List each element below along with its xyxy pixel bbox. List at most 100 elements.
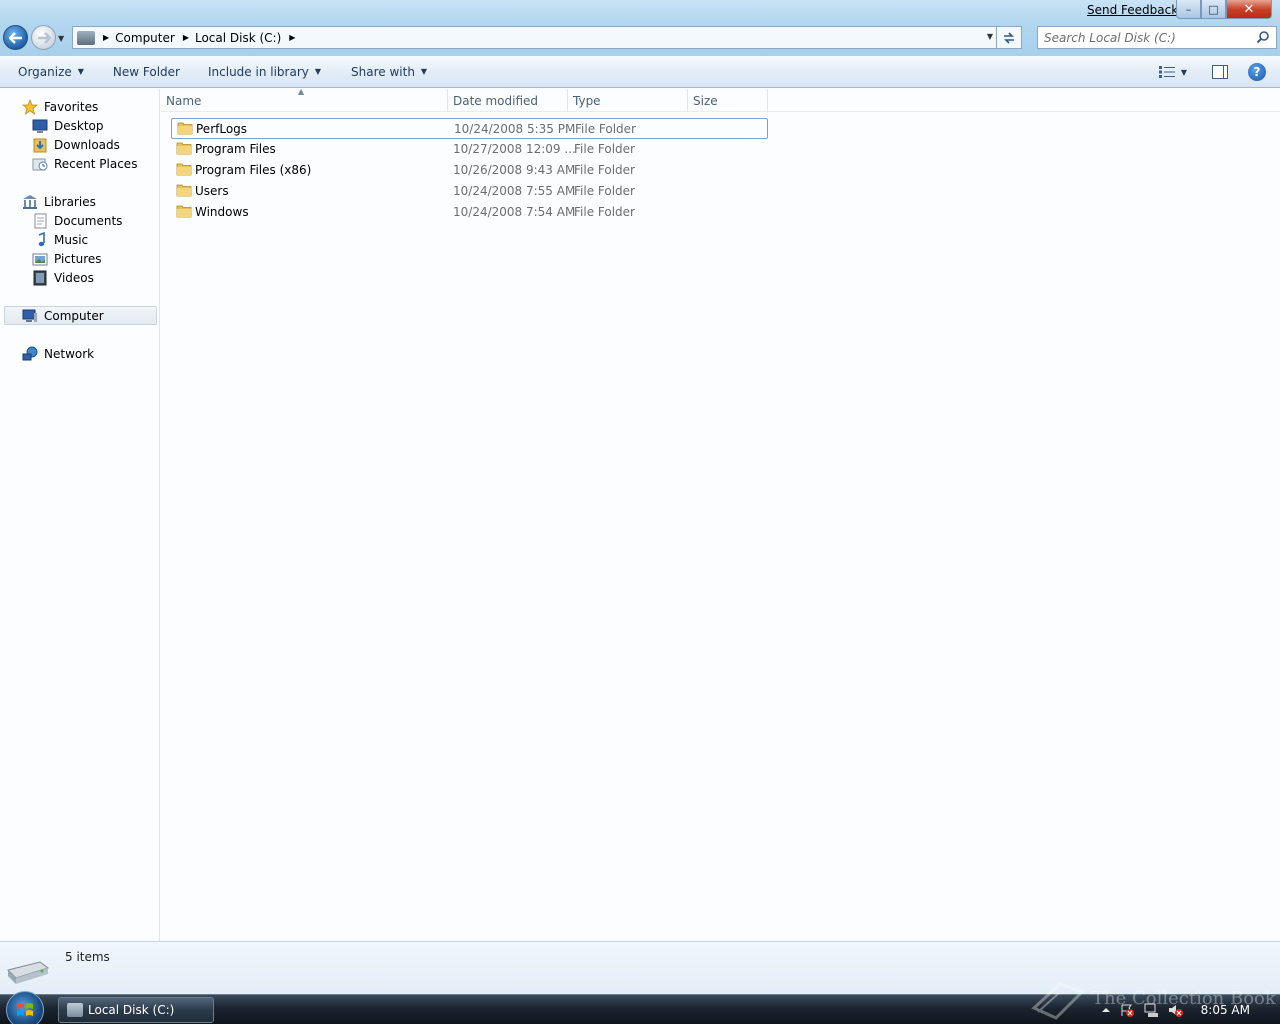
file-row[interactable]: Users 10/24/2008 7:55 AM File Folder (171, 181, 768, 202)
nav-item-label: Videos (54, 270, 94, 285)
network-tray-icon[interactable] (1143, 1002, 1159, 1018)
views-dropdown[interactable]: ▼ (1181, 68, 1187, 77)
volume-muted-icon[interactable] (1167, 1002, 1183, 1018)
organize-label: Organize (18, 64, 72, 79)
search-input[interactable] (1044, 27, 1254, 48)
desktop-icon (32, 119, 48, 133)
file-name: Program Files (195, 141, 276, 156)
nav-favorites-label: Favorites (44, 99, 99, 114)
column-size-label: Size (693, 93, 718, 108)
nav-item-videos[interactable]: Videos (32, 268, 94, 287)
breadcrumb-local-disk[interactable]: Local Disk (C:) (191, 31, 287, 45)
column-header-row: ▲ Name Date modified Type Size (161, 87, 1280, 112)
recent-pages-dropdown[interactable]: ▼ (58, 34, 64, 43)
share-with-button[interactable]: Share with ▼ (351, 65, 427, 79)
libraries-icon (23, 194, 37, 209)
nav-item-label: Pictures (54, 251, 102, 266)
music-icon (38, 231, 45, 246)
computer-drive-icon (77, 30, 95, 45)
taskbar-button-local-disk[interactable]: Local Disk (C:) (58, 997, 214, 1023)
command-bar: Organize ▼ New Folder Include in library ▼… (0, 56, 1280, 88)
preview-pane-icon[interactable] (1212, 65, 1228, 79)
documents-icon (34, 213, 47, 228)
breadcrumb-computer[interactable]: Computer (111, 31, 181, 45)
file-row[interactable]: Program Files (x86) 10/26/2008 9:43 AM F… (171, 160, 768, 181)
file-type: File Folder (574, 204, 635, 219)
file-row[interactable]: PerfLogs 10/24/2008 5:35 PM File Folder (171, 118, 768, 139)
nav-computer[interactable]: Computer (4, 306, 157, 325)
change-view-icon[interactable] (1158, 66, 1175, 78)
back-button[interactable] (3, 25, 28, 50)
close-button[interactable]: ✕ (1226, 0, 1272, 19)
breadcrumb-separator-icon[interactable]: ▶ (181, 33, 191, 42)
explorer-window: Send Feedback – □ ✕ ▼ ▶ Computer ▶ Local… (0, 0, 1280, 994)
chevron-down-icon: ▼ (420, 67, 428, 76)
forward-arrow-icon (37, 31, 51, 44)
column-header-size[interactable]: Size (688, 89, 768, 112)
breadcrumb-separator-icon[interactable]: ▶ (287, 33, 297, 42)
maximize-button[interactable]: □ (1201, 0, 1226, 19)
folder-icon (176, 205, 192, 218)
action-center-icon[interactable] (1119, 1002, 1135, 1018)
breadcrumb-separator-icon[interactable]: ▶ (101, 33, 111, 42)
videos-icon (33, 270, 47, 285)
address-bar[interactable]: ▶ Computer ▶ Local Disk (C:) ▶ ▼ (72, 26, 1022, 49)
file-date-modified: 10/24/2008 7:55 AM (453, 183, 576, 198)
column-header-type[interactable]: Type (568, 89, 688, 112)
recent-places-icon (32, 158, 48, 170)
title-bar: Send Feedback – □ ✕ ▼ ▶ Computer ▶ Local… (0, 0, 1280, 56)
file-type: File Folder (574, 162, 635, 177)
file-list: ▲ Name Date modified Type Size PerfLogs … (161, 87, 1280, 941)
hard-drive-icon (7, 961, 50, 984)
organize-button[interactable]: Organize ▼ (18, 65, 84, 79)
search-box[interactable] (1037, 26, 1277, 49)
chevron-down-icon: ▼ (77, 67, 84, 76)
folder-icon (176, 142, 192, 155)
nav-item-documents[interactable]: Documents (32, 211, 122, 230)
show-hidden-icons-icon[interactable] (1101, 1002, 1111, 1018)
nav-item-label: Desktop (54, 118, 104, 133)
file-name: Windows (195, 204, 249, 219)
forward-button[interactable] (31, 25, 56, 50)
column-type-label: Type (573, 93, 601, 108)
file-name: Program Files (x86) (195, 162, 312, 177)
help-icon[interactable]: ? (1248, 63, 1266, 81)
item-count: 5 items (65, 950, 110, 964)
nav-network[interactable]: Network (22, 344, 94, 363)
minimize-button[interactable]: – (1176, 0, 1201, 19)
nav-item-music[interactable]: Music (32, 230, 88, 249)
send-feedback-link[interactable]: Send Feedback (1087, 3, 1178, 17)
network-icon (22, 346, 38, 360)
column-date-label: Date modified (453, 93, 539, 108)
nav-libraries[interactable]: Libraries (22, 192, 96, 211)
back-arrow-icon (8, 31, 22, 44)
minimize-icon: – (1185, 2, 1192, 16)
search-icon[interactable] (1256, 30, 1270, 44)
nav-item-recent-places[interactable]: Recent Places (32, 154, 137, 173)
nav-item-pictures[interactable]: Pictures (32, 249, 102, 268)
address-history-dropdown[interactable]: ▼ (987, 32, 993, 41)
clock[interactable]: 8:05 AM (1201, 1003, 1250, 1017)
taskbar: Local Disk (C:) 8:05 AM (0, 991, 1280, 1024)
refresh-button[interactable] (996, 26, 1021, 49)
file-date-modified: 10/27/2008 12:09 ... (453, 141, 576, 156)
nav-favorites[interactable]: Favorites (22, 97, 98, 116)
taskbar-button-label: Local Disk (C:) (88, 1003, 175, 1017)
nav-item-desktop[interactable]: Desktop (32, 116, 104, 135)
start-button[interactable] (6, 991, 44, 1024)
star-icon (22, 98, 38, 115)
file-row[interactable]: Windows 10/24/2008 7:54 AM File Folder (171, 202, 768, 223)
include-in-library-label: Include in library (208, 64, 309, 79)
downloads-icon (33, 138, 47, 152)
column-name-label: Name (166, 93, 202, 108)
column-header-date-modified[interactable]: Date modified (448, 89, 568, 112)
nav-item-downloads[interactable]: Downloads (32, 135, 120, 154)
column-header-name[interactable]: Name (161, 89, 448, 112)
file-row[interactable]: Program Files 10/27/2008 12:09 ... File … (171, 139, 768, 160)
refresh-icon (1004, 31, 1014, 44)
file-type: File Folder (575, 121, 636, 136)
close-icon: ✕ (1243, 1, 1255, 17)
include-in-library-button[interactable]: Include in library ▼ (208, 65, 321, 79)
nav-item-label: Recent Places (54, 156, 138, 171)
new-folder-button[interactable]: New Folder (113, 65, 180, 79)
